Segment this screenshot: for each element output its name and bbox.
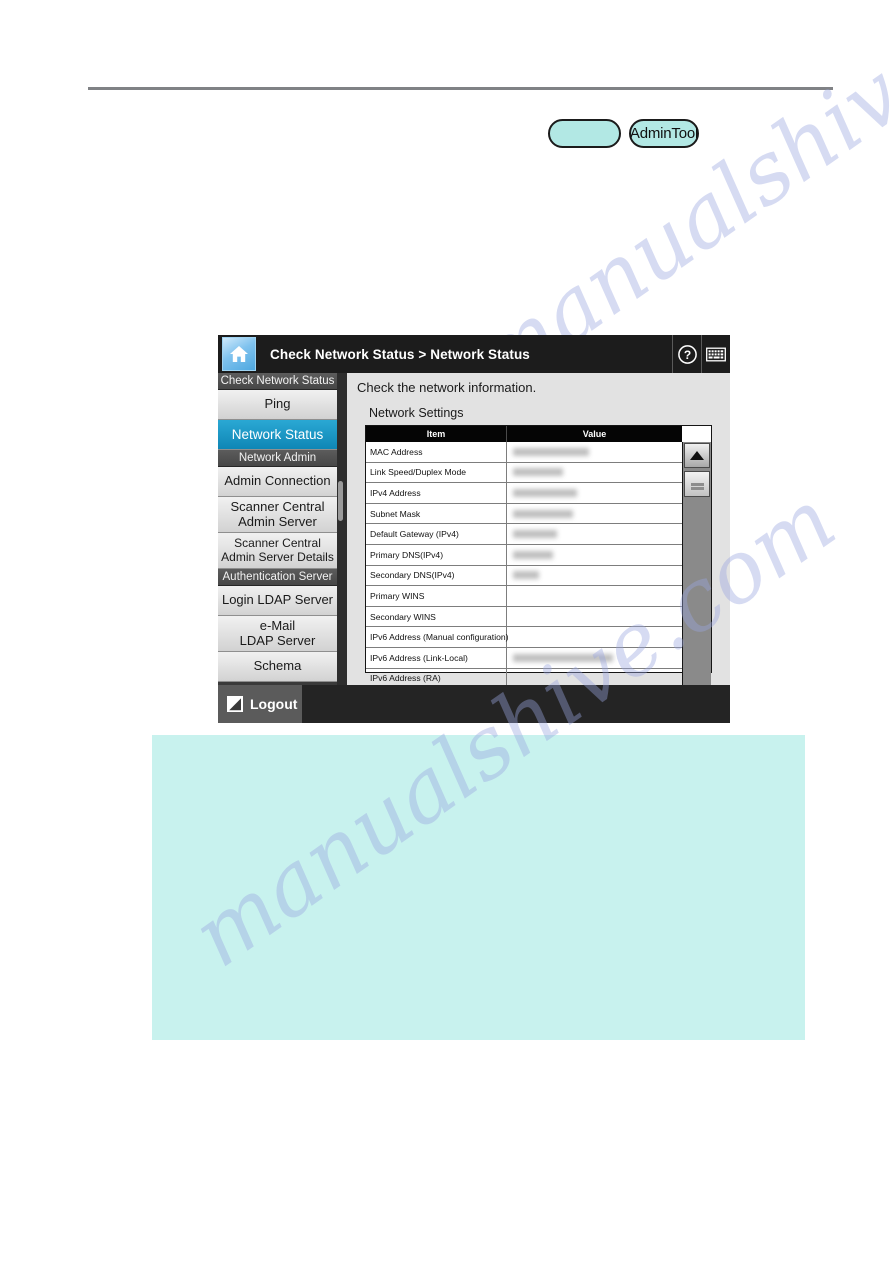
scroll-up-button[interactable]	[684, 443, 710, 468]
logout-icon	[227, 696, 243, 712]
sidebar-item-network-status[interactable]: Network Status	[218, 420, 337, 450]
sidebar-menu: Check Network Status Ping Network Status Ne…	[218, 373, 344, 685]
redacted-value	[513, 468, 563, 477]
table-cell-item: MAC Address	[366, 442, 507, 462]
table-row: MAC Address	[366, 442, 683, 463]
sidebar-menu-list: Check Network Status Ping Network Status Ne…	[218, 373, 337, 682]
page-top-rule	[88, 87, 833, 90]
column-header-value: Value	[507, 426, 682, 442]
sidebar-section-header: Network Admin	[218, 450, 337, 467]
table-rows: MAC Address Link Speed/Duplex Mode IPv4 Ad…	[366, 442, 683, 723]
table-cell-item: Link Speed/Duplex Mode	[366, 462, 507, 483]
home-icon	[230, 346, 248, 362]
table-cell-value	[507, 524, 683, 544]
header-icon-group: ?	[672, 335, 730, 373]
table-cell-value	[507, 545, 683, 565]
column-header-item: Item	[366, 426, 507, 442]
table-row: Primary WINS	[366, 586, 683, 607]
logout-button[interactable]: Logout	[218, 685, 302, 723]
table-cell-item: IPv6 Address (Manual configuration)	[366, 627, 509, 647]
home-button[interactable]	[222, 337, 256, 371]
note-box	[152, 735, 805, 1040]
sidebar-item-scanner-central-admin-server[interactable]: Scanner Central Admin Server	[218, 497, 337, 533]
sidebar-item-e-mail-ldap-server[interactable]: e-Mail LDAP Server	[218, 616, 337, 652]
sidebar-item-scanner-central-admin-server-details[interactable]: Scanner Central Admin Server Details	[218, 533, 337, 569]
sidebar-item-login-ldap-server[interactable]: Login LDAP Server	[218, 586, 337, 616]
table-scrollbar[interactable]	[682, 442, 711, 723]
content-subtitle: Network Settings	[369, 406, 464, 420]
table-cell-value	[507, 463, 683, 483]
table-row: Secondary DNS(IPv4)	[366, 565, 683, 587]
table-cell-item: Default Gateway (IPv4)	[366, 524, 507, 544]
table-header-spacer	[682, 426, 711, 442]
device-screen-panel: Check Network Status > Network Status ?	[218, 335, 730, 723]
svg-text:?: ?	[683, 348, 690, 362]
redacted-value	[513, 509, 573, 518]
table-row: IPv6 Address (Manual configuration)	[366, 627, 683, 648]
sidebar-item-ping[interactable]: Ping	[218, 390, 337, 420]
admintool-badge: AdminTool	[629, 119, 699, 148]
sidebar-item-admin-connection[interactable]: Admin Connection	[218, 467, 337, 497]
network-settings-table: Item Value MAC Address Link Speed/Duplex …	[365, 425, 712, 723]
help-button[interactable]: ?	[672, 335, 701, 373]
redacted-value	[513, 550, 553, 559]
redacted-value	[513, 653, 613, 662]
table-row: Link Speed/Duplex Mode	[366, 462, 683, 484]
table-row: Default Gateway (IPv4)	[366, 524, 683, 545]
sidebar-section-header: Authentication Server	[218, 569, 337, 586]
table-cell-item: Primary DNS(IPv4)	[366, 544, 507, 565]
table-cell-value	[507, 627, 683, 647]
triangle-up-icon	[690, 451, 704, 460]
table-cell-value	[507, 483, 683, 503]
table-cell-value	[507, 566, 683, 586]
table-cell-value	[507, 648, 683, 668]
panel-header: Check Network Status > Network Status ?	[218, 335, 730, 373]
keyboard-icon	[706, 347, 726, 361]
table-row: IPv6 Address (Link-Local)	[366, 647, 683, 669]
table-cell-item: Secondary WINS	[366, 606, 507, 627]
redacted-value	[513, 530, 557, 539]
table-row: IPv4 Address	[366, 483, 683, 504]
keyboard-button[interactable]	[701, 335, 730, 373]
redacted-value	[513, 447, 589, 456]
table-cell-item: Subnet Mask	[366, 503, 507, 524]
table-row: Primary DNS(IPv4)	[366, 544, 683, 566]
table-row: Secondary WINS	[366, 606, 683, 628]
table-cell-value	[507, 442, 683, 462]
sidebar-scrollbar[interactable]	[337, 373, 344, 685]
table-cell-item: IPv4 Address	[366, 483, 507, 503]
table-header-row: Item Value	[366, 426, 711, 442]
table-row: Subnet Mask	[366, 503, 683, 525]
table-cell-item: Primary WINS	[366, 586, 507, 606]
scroll-grip-icon	[690, 482, 704, 486]
blank-badge	[548, 119, 621, 148]
sidebar-section-header: Check Network Status	[218, 373, 337, 390]
table-cell-value	[507, 586, 683, 606]
content-description: Check the network information.	[357, 380, 537, 395]
sidebar-scroll-thumb[interactable]	[338, 481, 343, 521]
table-scroll-thumb[interactable]	[684, 471, 710, 497]
content-area: Check the network information. Network S…	[344, 373, 730, 723]
badge-row: AdminTool	[548, 119, 699, 148]
sidebar-item-schema[interactable]: Schema	[218, 652, 337, 682]
help-icon: ?	[677, 344, 697, 364]
table-cell-item: Secondary DNS(IPv4)	[366, 565, 507, 586]
redacted-value	[513, 488, 577, 497]
table-cell-value	[507, 504, 683, 524]
panel-footer: Logout	[218, 685, 730, 723]
breadcrumb: Check Network Status > Network Status	[270, 346, 530, 362]
redacted-value	[513, 571, 539, 580]
table-cell-value	[507, 607, 683, 627]
logout-label: Logout	[250, 696, 298, 712]
table-cell-item: IPv6 Address (Link-Local)	[366, 647, 507, 668]
